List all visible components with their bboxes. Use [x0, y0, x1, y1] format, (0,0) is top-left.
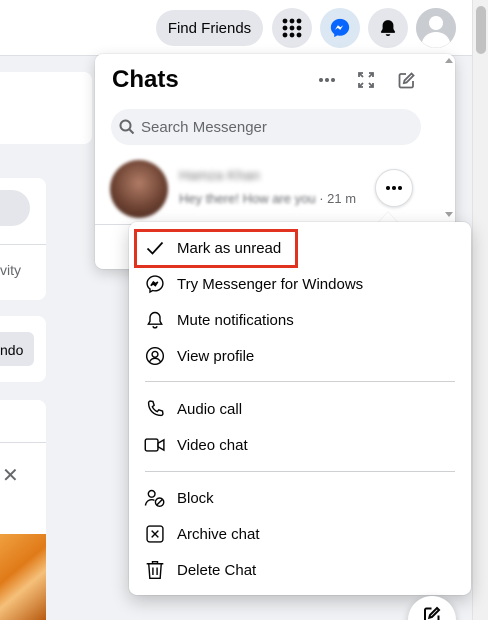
message-preview: Hey there! How are you · 21 m: [179, 191, 356, 206]
post-image[interactable]: [0, 534, 46, 620]
messenger-icon: [330, 18, 350, 38]
divider: [0, 244, 46, 245]
video-chat-item[interactable]: Video chat: [139, 427, 461, 463]
menu-divider: [145, 381, 455, 382]
contact-avatar[interactable]: [110, 160, 168, 218]
default-avatar-icon: [416, 8, 456, 48]
chats-title: Chats: [112, 66, 179, 93]
bell-icon: [143, 308, 167, 332]
menu-divider: [145, 471, 455, 472]
chats-options-button[interactable]: [313, 66, 341, 94]
expand-chats-button[interactable]: [352, 66, 380, 94]
profile-icon: [143, 344, 167, 368]
feed-action-label[interactable]: ndo: [0, 342, 23, 358]
audio-call-item[interactable]: Audio call: [139, 391, 461, 427]
preview-text: Hey there! How are you: [179, 191, 316, 206]
feed-card: [0, 178, 46, 300]
scroll-up-icon[interactable]: [445, 58, 453, 63]
feed-post-card: [0, 400, 46, 620]
menu-item-label: View profile: [177, 347, 255, 365]
preview-time: · 21 m: [319, 191, 357, 206]
menu-grid-button[interactable]: [272, 8, 312, 48]
delete-chat-item[interactable]: Delete Chat: [139, 552, 461, 588]
menu-item-label: Delete Chat: [177, 561, 257, 579]
search-messenger-input[interactable]: Search Messenger: [111, 109, 421, 145]
highlight-annotation: [134, 229, 298, 268]
view-profile-item[interactable]: View profile: [139, 338, 461, 374]
contact-name: Hamza Khan: [179, 167, 260, 183]
archive-chat-item[interactable]: Archive chat: [139, 516, 461, 552]
search-placeholder: Search Messenger: [141, 118, 267, 136]
compose-icon: [398, 71, 415, 88]
menu-item-label: Archive chat: [177, 525, 260, 543]
account-avatar[interactable]: [416, 8, 456, 48]
try-messenger-windows-item[interactable]: Try Messenger for Windows: [139, 266, 461, 302]
block-item[interactable]: Block: [139, 480, 461, 516]
new-message-fab[interactable]: [408, 596, 456, 620]
video-icon: [143, 433, 167, 457]
mute-notifications-item[interactable]: Mute notifications: [139, 302, 461, 338]
grid-icon: [282, 18, 302, 38]
phone-icon: [143, 397, 167, 421]
compose-icon: [424, 606, 441, 620]
archive-icon: [143, 522, 167, 546]
new-message-button[interactable]: [392, 66, 420, 94]
more-horizontal-icon: [386, 186, 402, 190]
menu-item-label: Video chat: [177, 436, 248, 454]
scroll-down-icon[interactable]: [445, 212, 453, 217]
conversation-options-button[interactable]: [375, 169, 413, 207]
search-icon: [119, 119, 135, 135]
chats-scrollbar[interactable]: [445, 58, 453, 218]
messenger-icon: [143, 272, 167, 296]
feed-card: [0, 72, 92, 144]
bell-icon: [380, 20, 396, 37]
expand-icon: [358, 72, 374, 88]
find-friends-button[interactable]: Find Friends: [156, 10, 263, 46]
composer-input[interactable]: [0, 190, 30, 226]
activity-label[interactable]: vity: [0, 262, 21, 278]
block-user-icon: [143, 486, 167, 510]
close-icon[interactable]: ✕: [2, 463, 19, 488]
menu-item-label: Mute notifications: [177, 311, 294, 329]
more-horizontal-icon: [319, 78, 335, 82]
top-navigation-bar: Find Friends: [0, 0, 472, 56]
trash-icon: [143, 558, 167, 582]
page-scroll-thumb[interactable]: [476, 6, 486, 54]
divider: [0, 442, 46, 443]
menu-item-label: Block: [177, 489, 214, 507]
menu-item-label: Try Messenger for Windows: [177, 275, 364, 293]
page-scrollbar[interactable]: [472, 0, 488, 620]
messenger-button[interactable]: [320, 8, 360, 48]
notifications-button[interactable]: [368, 8, 408, 48]
menu-item-label: Audio call: [177, 400, 243, 418]
conversation-context-menu: Mark as unread Try Messenger for Windows…: [129, 222, 471, 595]
